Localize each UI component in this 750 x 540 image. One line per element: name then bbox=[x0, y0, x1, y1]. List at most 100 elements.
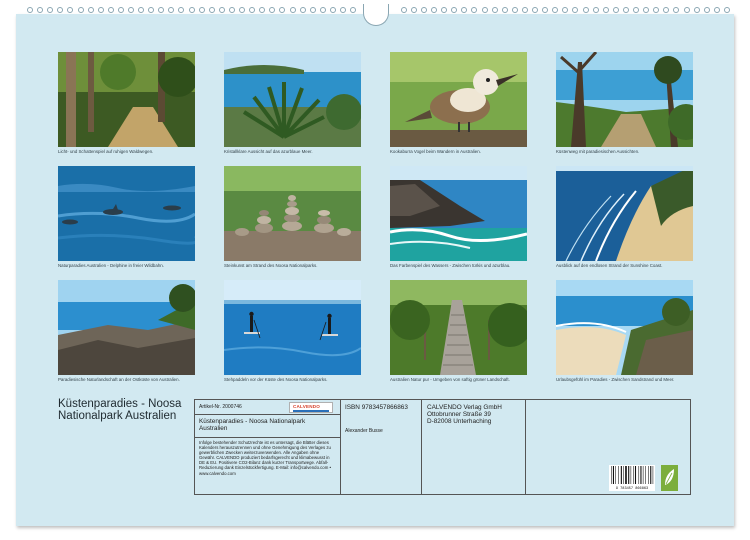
binding-hole bbox=[633, 7, 639, 13]
binding-hole bbox=[401, 7, 407, 13]
photo-caption: Urlaubsgefühl im Paradies - Zwischen San… bbox=[556, 377, 675, 382]
binding-hole bbox=[653, 7, 659, 13]
binding-hole bbox=[492, 7, 498, 13]
binding-hole bbox=[421, 7, 427, 13]
binding-hole bbox=[47, 7, 53, 13]
logo-text: CALVENDO bbox=[293, 404, 321, 409]
binding-hole bbox=[724, 7, 730, 13]
calendar-photo-beach-bay bbox=[556, 280, 693, 375]
barcode-bars bbox=[611, 466, 654, 484]
binding-hole bbox=[623, 7, 629, 13]
binding-hole bbox=[613, 7, 619, 13]
binding-hole bbox=[431, 7, 437, 13]
legal-notice: Infolge bestehender Schutzrechte ist es … bbox=[199, 440, 331, 476]
binding-hole bbox=[178, 7, 184, 13]
photo-caption: Ausblick auf den endlosen Strand der Sun… bbox=[556, 263, 663, 268]
binding-hole bbox=[532, 7, 538, 13]
binding-hole bbox=[279, 7, 285, 13]
binding-hole bbox=[340, 7, 346, 13]
divider bbox=[340, 400, 341, 494]
photo-caption: Kookaburra Vogel beim Wandern in Austral… bbox=[390, 149, 481, 154]
binding-hole bbox=[78, 7, 84, 13]
binding-hole bbox=[158, 7, 164, 13]
calendar-photo-forest-path bbox=[58, 52, 195, 147]
binding-hole bbox=[673, 7, 679, 13]
photo-caption: Naturparadies Australien - Delphine in f… bbox=[58, 263, 164, 268]
photo-caption: Das Farbenspiel des Wassers - Zwischen t… bbox=[390, 263, 511, 268]
binding-hole bbox=[269, 7, 275, 13]
binding-hole bbox=[522, 7, 528, 13]
binding-hole bbox=[249, 7, 255, 13]
binding-hole bbox=[88, 7, 94, 13]
binding-hole bbox=[239, 7, 245, 13]
binding-hole bbox=[694, 7, 700, 13]
photo-caption: Stehpaddeln vor der Küste des Noosa Nati… bbox=[224, 377, 328, 382]
binding-hole bbox=[219, 7, 225, 13]
binding-hole bbox=[138, 7, 144, 13]
binding-hole bbox=[562, 7, 568, 13]
calendar-photo-rocky-coast bbox=[390, 166, 527, 261]
binding-hole bbox=[603, 7, 609, 13]
binding-hole bbox=[209, 7, 215, 13]
calendar-photo-coast-trail bbox=[556, 52, 693, 147]
author: Alexander Busse bbox=[345, 428, 383, 434]
photo-caption: Steinkunst am Strand des Noosa Nationalp… bbox=[224, 263, 318, 268]
binding-hole bbox=[300, 7, 306, 13]
calendar-photo-aerial-beach bbox=[556, 166, 693, 261]
photo-caption: Licht- und Schattenspiel auf ruhigen Wal… bbox=[58, 149, 154, 154]
binding-hole bbox=[37, 7, 43, 13]
binding-hole bbox=[704, 7, 710, 13]
divider bbox=[525, 400, 526, 494]
photo-caption: Küstenweg mit paradiesischen Aussichten. bbox=[556, 149, 640, 154]
binding-hole bbox=[118, 7, 124, 13]
binding-hole bbox=[290, 7, 296, 13]
binding-hole bbox=[502, 7, 508, 13]
binding-hole bbox=[199, 7, 205, 13]
binding-hole bbox=[542, 7, 548, 13]
publisher-name: CALVENDO Verlag GmbH bbox=[427, 404, 502, 411]
calendar-photo-stone-stacks bbox=[224, 166, 361, 261]
binding-hole bbox=[512, 7, 518, 13]
binding-hole bbox=[482, 7, 488, 13]
binding-hole bbox=[663, 7, 669, 13]
eco-label bbox=[661, 465, 678, 491]
binding-hole bbox=[67, 7, 73, 13]
binding-hole bbox=[320, 7, 326, 13]
calendar-photo-dolphins bbox=[58, 166, 195, 261]
binding-hole bbox=[593, 7, 599, 13]
calendar-photo-kookaburra bbox=[390, 52, 527, 147]
calendar-photo-paddle bbox=[224, 280, 361, 375]
binding-hole bbox=[330, 7, 336, 13]
calendar-photo-rocky-shore bbox=[58, 280, 195, 375]
binding-hole bbox=[27, 7, 33, 13]
divider bbox=[195, 437, 340, 438]
divider bbox=[421, 400, 422, 494]
binding-hole bbox=[350, 7, 356, 13]
article-number: Artikel-Nr. 2000746 bbox=[199, 404, 242, 410]
info-box: Artikel-Nr. 2000746 CALVENDO Küstenparad… bbox=[194, 399, 691, 495]
binding-hole bbox=[684, 7, 690, 13]
divider bbox=[195, 414, 340, 415]
calvendo-logo: CALVENDO bbox=[289, 402, 333, 413]
binding-hole bbox=[108, 7, 114, 13]
binding-hole bbox=[714, 7, 720, 13]
binding-hole bbox=[572, 7, 578, 13]
publisher-city: D-82008 Unterhaching bbox=[427, 418, 492, 425]
binding-hole bbox=[552, 7, 558, 13]
photo-caption: Kristallklare Aussicht auf das azurblaue… bbox=[224, 149, 313, 154]
binding-hole bbox=[148, 7, 154, 13]
binding-hole bbox=[310, 7, 316, 13]
binding-hole bbox=[583, 7, 589, 13]
binding-hole bbox=[98, 7, 104, 13]
logo-bar bbox=[293, 410, 329, 412]
calendar-title: Küstenparadies - Noosa Nationalpark Aust… bbox=[58, 398, 182, 422]
barcode: 9 783457 866863 bbox=[609, 465, 655, 491]
calendar-photo-boardwalk bbox=[390, 280, 527, 375]
binding-hole bbox=[128, 7, 134, 13]
binding-hole bbox=[643, 7, 649, 13]
binding-hole bbox=[461, 7, 467, 13]
isbn: ISBN 9783457866863 bbox=[345, 404, 408, 411]
binding-hole bbox=[451, 7, 457, 13]
binding-hole bbox=[229, 7, 235, 13]
publisher-street: Ottobrunner Straße 39 bbox=[427, 411, 491, 418]
